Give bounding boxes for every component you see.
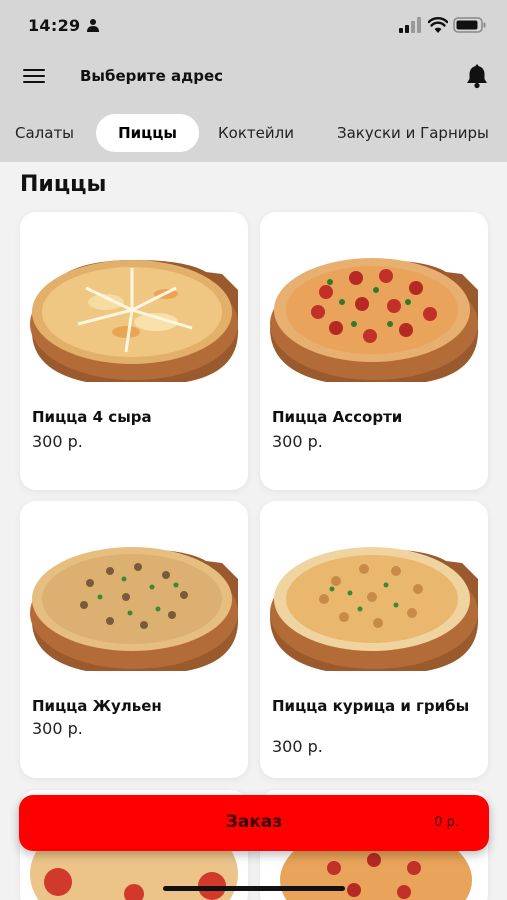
order-label: Заказ (225, 812, 283, 832)
cellular-signal-icon (399, 17, 421, 33)
app-bar: Выберите адрес (0, 55, 507, 99)
menu-icon[interactable] (22, 65, 48, 89)
person-icon (87, 19, 99, 32)
product-name: Пицца 4 сыра (32, 408, 152, 426)
tab-salads[interactable]: Салаты (3, 114, 86, 152)
product-price: 300 р. (32, 432, 83, 451)
address-selector[interactable]: Выберите адрес (80, 67, 223, 85)
order-total: 0 р. (434, 815, 459, 830)
pizza-image (270, 258, 479, 382)
tab-snacks-sides[interactable]: Закуски и Гарниры (325, 114, 501, 152)
pizza-image (30, 547, 239, 671)
product-price: 300 р. (32, 719, 83, 738)
wifi-icon (428, 17, 448, 33)
tab-cocktails[interactable]: Коктейли (206, 114, 306, 152)
product-price: 300 р. (272, 737, 323, 756)
product-name: Пицца Жульен (32, 697, 162, 715)
product-name: Пицца курица и грибы (272, 697, 470, 715)
status-bar: 14:29 (0, 0, 507, 50)
status-time: 14:29 (28, 16, 81, 35)
product-name: Пицца Ассорти (272, 408, 403, 426)
battery-icon (453, 17, 486, 33)
pizza-image (30, 260, 239, 382)
product-card-chicken-mushroom[interactable]: Пицца курица и грибы 300 р. (260, 501, 488, 778)
product-card-assorted[interactable]: Пицца Ассорти 300 р. (260, 212, 488, 490)
section-title: Пиццы (20, 172, 107, 197)
order-button[interactable]: Заказ 0 р. (19, 795, 489, 851)
product-card-four-cheese[interactable]: Пицца 4 сыра 300 р. (20, 212, 248, 490)
product-card-julienne[interactable]: Пицца Жульен 300 р. (20, 501, 248, 778)
app-header: 14:29 Выберите адрес Салаты Пиццы Коктей… (0, 0, 507, 162)
bell-icon[interactable] (464, 64, 490, 90)
product-price: 300 р. (272, 432, 323, 451)
home-indicator[interactable] (163, 886, 345, 891)
pizza-image (270, 547, 479, 671)
tab-pizzas[interactable]: Пиццы (96, 114, 199, 152)
category-tabs: Салаты Пиццы Коктейли Закуски и Гарниры (0, 114, 507, 154)
